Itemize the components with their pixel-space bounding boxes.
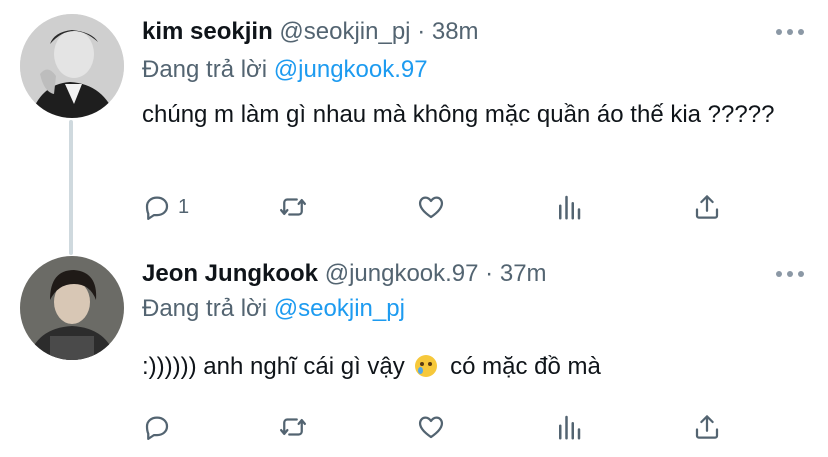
retweet-button[interactable] bbox=[278, 412, 308, 442]
reply-count: 1 bbox=[178, 195, 190, 218]
separator-dot: · bbox=[485, 260, 494, 287]
handle[interactable]: @jungkook.97 bbox=[325, 260, 479, 287]
share-button[interactable] bbox=[692, 412, 722, 442]
crying-face-emoji-icon bbox=[415, 355, 438, 377]
retweet-icon bbox=[280, 418, 306, 436]
views-icon bbox=[559, 195, 581, 220]
tweet-text: :)))))) anh nghĩ cái gì vậy có mặc đồ mà bbox=[142, 348, 802, 386]
action-bar: 1 bbox=[142, 192, 742, 222]
share-icon bbox=[695, 195, 719, 219]
action-bar bbox=[142, 412, 742, 442]
replying-to: Đang trả lời @jungkook.97 bbox=[142, 56, 428, 84]
reply-button[interactable]: 1 bbox=[142, 192, 189, 222]
avatar[interactable] bbox=[20, 14, 124, 118]
handle[interactable]: @seokjin_pj bbox=[279, 18, 410, 45]
tweet-2[interactable]: Jeon Jungkook @jungkook.97 · 37m Đang tr… bbox=[0, 250, 828, 457]
more-options-icon[interactable] bbox=[776, 270, 804, 278]
views-icon bbox=[559, 415, 581, 440]
avatar-photo bbox=[20, 256, 124, 360]
more-options-icon[interactable] bbox=[776, 28, 804, 36]
reply-icon bbox=[145, 416, 169, 440]
reply-mention-link[interactable]: @seokjin_pj bbox=[274, 295, 405, 322]
views-button[interactable] bbox=[554, 192, 584, 222]
like-button[interactable] bbox=[416, 412, 446, 442]
avatar[interactable] bbox=[20, 256, 124, 360]
replying-to-label: Đang trả lời bbox=[142, 295, 268, 322]
like-button[interactable] bbox=[416, 192, 446, 222]
tweet-header: kim seokjin @seokjin_pj · 38m bbox=[142, 18, 479, 46]
views-button[interactable] bbox=[554, 412, 584, 442]
like-icon bbox=[418, 416, 444, 439]
tweet-1[interactable]: kim seokjin @seokjin_pj · 38m Đang trả l… bbox=[0, 0, 828, 255]
reply-button[interactable] bbox=[142, 412, 178, 442]
avatar-photo bbox=[20, 14, 124, 118]
tweet-header: Jeon Jungkook @jungkook.97 · 37m bbox=[142, 260, 547, 288]
display-name[interactable]: Jeon Jungkook bbox=[142, 260, 318, 287]
share-icon bbox=[695, 415, 719, 439]
retweet-button[interactable] bbox=[278, 192, 308, 222]
tweet-text-after: có mặc đồ mà bbox=[450, 353, 601, 380]
replying-to-label: Đang trả lời bbox=[142, 56, 268, 83]
replying-to: Đang trả lời @seokjin_pj bbox=[142, 295, 405, 323]
retweet-icon bbox=[280, 198, 306, 216]
share-button[interactable] bbox=[692, 192, 722, 222]
like-icon bbox=[418, 196, 444, 219]
separator-dot: · bbox=[417, 18, 426, 45]
tweet-text: chúng m làm gì nhau mà không mặc quần áo… bbox=[142, 101, 775, 128]
reply-mention-link[interactable]: @jungkook.97 bbox=[274, 56, 428, 83]
display-name[interactable]: kim seokjin bbox=[142, 18, 273, 45]
timestamp[interactable]: 37m bbox=[500, 260, 547, 287]
timestamp[interactable]: 38m bbox=[432, 18, 479, 45]
thread-line bbox=[69, 120, 73, 255]
tweet-text-before: :)))))) anh nghĩ cái gì vậy bbox=[142, 353, 405, 380]
reply-icon bbox=[145, 196, 169, 220]
